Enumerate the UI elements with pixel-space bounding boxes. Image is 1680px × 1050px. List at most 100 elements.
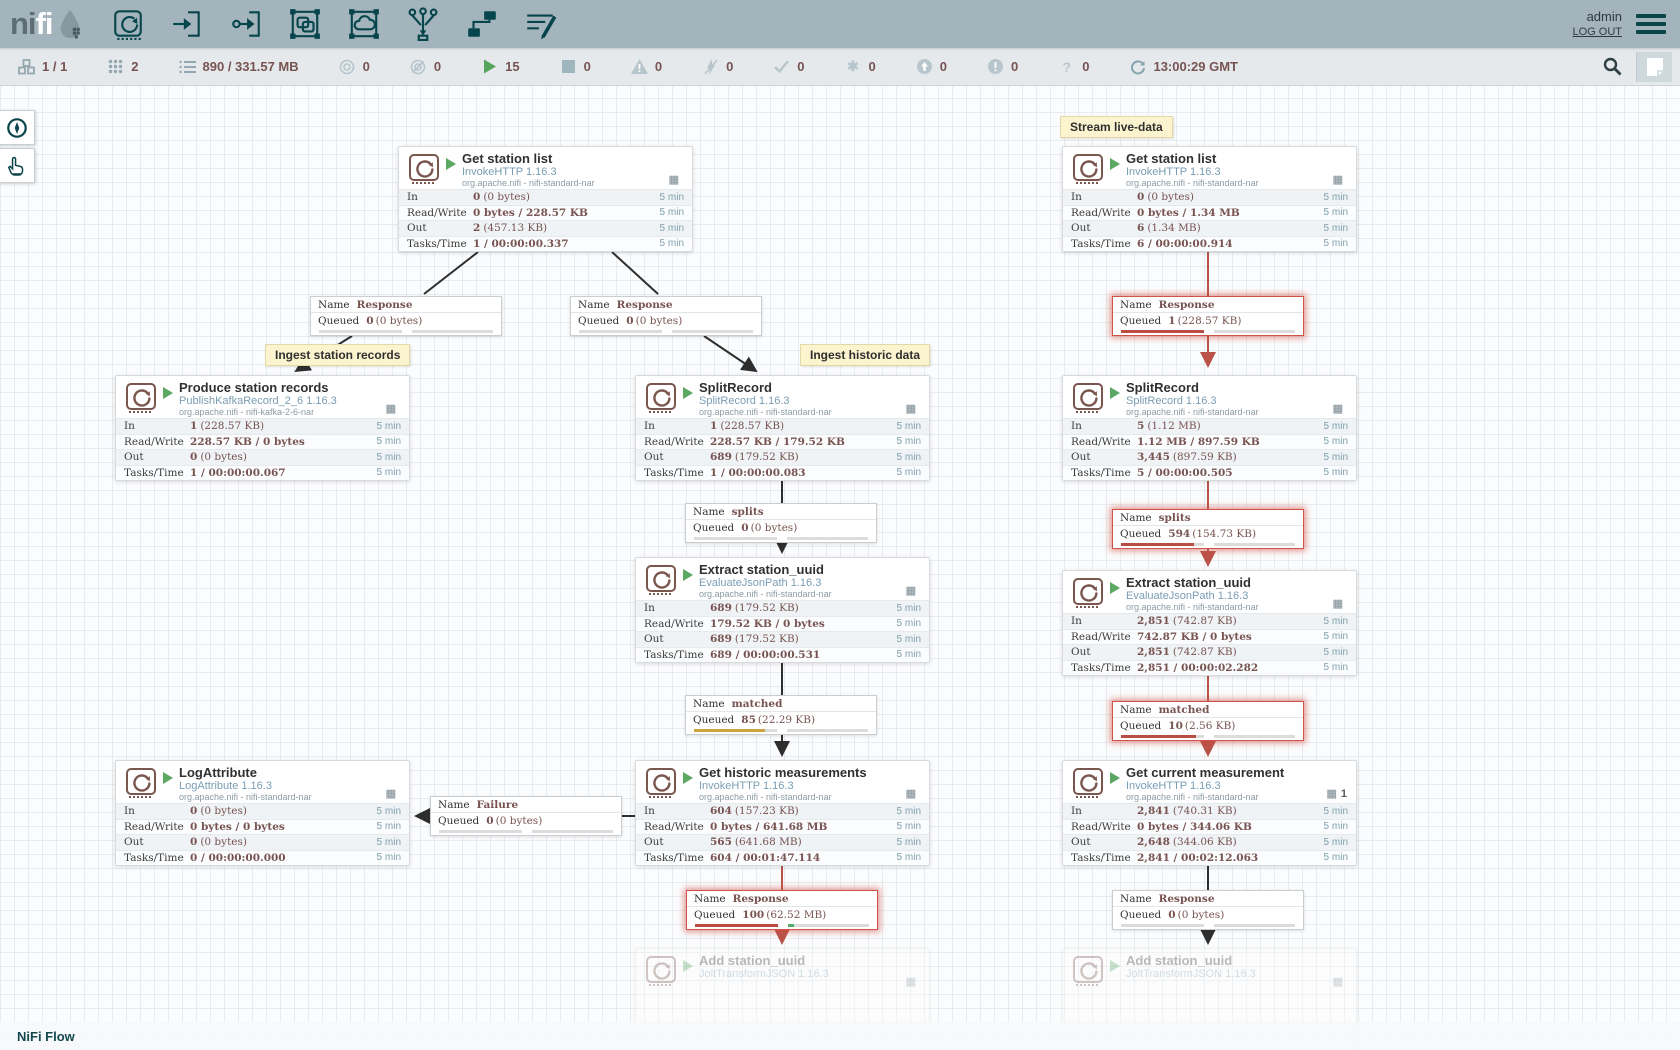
name-key: Name <box>438 799 470 811</box>
connection-label[interactable]: Name splits Queued 594(154.73 KB) <box>1112 509 1304 549</box>
navigate-palette-button[interactable] <box>0 110 35 145</box>
refresh-icon[interactable] <box>1129 58 1146 75</box>
name-key: Name <box>693 698 725 710</box>
stat-value: 1 / 00:00:00.083 <box>710 467 897 479</box>
connection-name: splits <box>1159 512 1191 524</box>
connection-label[interactable]: Name Response Queued 1(228.57 KB) <box>1112 296 1304 336</box>
locally-modified-stale-stat: 0 <box>987 58 1018 75</box>
input-port-toolbar-icon[interactable] <box>170 7 204 41</box>
connection-label[interactable]: Name matched Queued 85(22.29 KB) <box>685 695 877 735</box>
stat-label: In <box>124 805 190 817</box>
connection-label[interactable]: Name Response Queued 0(0 bytes) <box>1112 890 1304 930</box>
run-status-icon <box>1110 582 1120 594</box>
processor[interactable]: Get historic measurements InvokeHTTP 1.1… <box>635 760 930 866</box>
processor-stats: In2,851(742.87 KB)5 minRead/Write742.87 … <box>1063 613 1356 675</box>
remote-process-group-toolbar-icon[interactable] <box>347 7 381 41</box>
stat-value: 0 bytes / 228.57 KB <box>473 207 660 219</box>
queued-key: Queued <box>578 315 619 327</box>
processor[interactable]: SplitRecord SplitRecord 1.16.3 org.apach… <box>635 375 930 481</box>
processor-stamp-icon <box>1071 576 1105 615</box>
stat-row: Out6(1.34 MB)5 min <box>1063 220 1356 236</box>
run-status-icon <box>1110 158 1120 170</box>
stat-label: In <box>644 602 710 614</box>
stat-value: 2,851(742.87 KB) <box>1137 615 1324 627</box>
backpressure-bars <box>1113 734 1303 740</box>
refresh-clock[interactable]: 13:00:29 GMT <box>1129 58 1238 75</box>
processor-toolbar-icon[interactable] <box>111 7 145 41</box>
active-threads-badge: ▦ <box>386 402 400 415</box>
active-threads-badge: ▦ <box>1333 402 1347 415</box>
stat-value: 0(0 bytes) <box>473 191 660 203</box>
object-backpressure-bar <box>1121 543 1205 546</box>
search-icon[interactable] <box>1598 53 1626 81</box>
object-backpressure-bar <box>1121 735 1205 738</box>
processor[interactable]: LogAttribute LogAttribute 1.16.3 org.apa… <box>115 760 410 866</box>
canvas-label[interactable]: Stream live-data <box>1060 116 1173 138</box>
processor[interactable]: Extract station_uuid EvaluateJsonPath 1.… <box>1062 570 1357 676</box>
logout-link[interactable]: LOG OUT <box>1572 25 1622 40</box>
stat-window: 5 min <box>1324 436 1348 447</box>
operate-palette-button[interactable] <box>0 148 35 183</box>
processor[interactable]: Extract station_uuid EvaluateJsonPath 1.… <box>635 557 930 663</box>
stat-window: 5 min <box>1324 421 1348 432</box>
stat-row: In2,851(742.87 KB)5 min <box>1063 613 1356 629</box>
hand-pointer-icon <box>6 155 28 177</box>
threads-grid-icon: ▦ <box>386 402 396 415</box>
processor[interactable]: Get station list InvokeHTTP 1.16.3 org.a… <box>1062 146 1357 252</box>
processor-stamp-icon <box>644 954 678 993</box>
stat-row: Out689(179.52 KB)5 min <box>636 631 929 647</box>
connection-label[interactable]: Name Failure Queued 0(0 bytes) <box>430 796 622 836</box>
stat-row: Tasks/Time5 / 00:00:00.5055 min <box>1063 465 1356 481</box>
output-port-toolbar-icon[interactable] <box>229 7 263 41</box>
canvas-label[interactable]: Ingest historic data <box>800 344 930 366</box>
warning-triangle-icon <box>631 58 648 75</box>
processor-name: SplitRecord <box>1126 380 1326 395</box>
stat-window: 5 min <box>1324 467 1348 478</box>
processor-name: Produce station records <box>179 380 379 395</box>
processor-header: Add station_uuid JoltTransformJSON 1.16.… <box>1063 949 1356 991</box>
processor-bundle: org.apache.nifi - nifi-standard-nar <box>462 178 662 188</box>
stat-label: Out <box>644 836 710 848</box>
connection-label[interactable]: Name Response Queued 100(62.52 MB) <box>686 890 878 930</box>
connection-label[interactable]: Name splits Queued 0(0 bytes) <box>685 503 877 543</box>
template-toolbar-icon[interactable] <box>465 7 499 41</box>
processor[interactable]: Get station list InvokeHTTP 1.16.3 org.a… <box>398 146 693 252</box>
threads-grid-icon: ▦ <box>906 787 916 800</box>
queued-value: 0(0 bytes) <box>1168 909 1224 921</box>
stat-value: 1 / 00:00:00.337 <box>473 238 660 250</box>
breadcrumb[interactable]: NiFi Flow <box>17 1029 75 1044</box>
connection-name-row: Name splits <box>686 504 876 520</box>
connection-queued-row: Queued 1(228.57 KB) <box>1113 313 1303 329</box>
run-status-icon <box>1110 960 1120 972</box>
processor[interactable]: Produce station records PublishKafkaReco… <box>115 375 410 481</box>
processor[interactable]: SplitRecord SplitRecord 1.16.3 org.apach… <box>1062 375 1357 481</box>
label-toolbar-icon[interactable] <box>524 7 558 41</box>
processor-type: EvaluateJsonPath 1.16.3 <box>1126 590 1326 602</box>
stat-row: Out2(457.13 KB)5 min <box>399 220 692 236</box>
process-group-toolbar-icon[interactable] <box>288 7 322 41</box>
stat-row: Out3,445(897.59 KB)5 min <box>1063 449 1356 465</box>
connection-label[interactable]: Name Response Queued 0(0 bytes) <box>570 296 762 336</box>
stat-value: 6 / 00:00:00.914 <box>1137 238 1324 250</box>
stat-window: 5 min <box>897 603 921 614</box>
stat-label: In <box>1071 191 1137 203</box>
connection-label[interactable]: Name matched Queued 10(2.56 KB) <box>1112 701 1304 741</box>
stat-label: Tasks/Time <box>1071 467 1137 479</box>
processor-bundle: org.apache.nifi - nifi-standard-nar <box>1126 178 1326 188</box>
stat-window: 5 min <box>897 806 921 817</box>
processor-header: SplitRecord SplitRecord 1.16.3 org.apach… <box>636 376 929 418</box>
processor-stats: In689(179.52 KB)5 minRead/Write179.52 KB… <box>636 600 929 662</box>
canvas-label[interactable]: Ingest station records <box>265 344 410 366</box>
stat-label: Read/Write <box>644 821 710 833</box>
connection-label[interactable]: Name Response Queued 0(0 bytes) <box>310 296 502 336</box>
processor[interactable]: Get current measurement InvokeHTTP 1.16.… <box>1062 760 1357 866</box>
funnel-toolbar-icon[interactable] <box>406 7 440 41</box>
active-threads-badge: ▦ <box>906 402 920 415</box>
active-threads-badge: ▦ <box>669 173 683 186</box>
active-threads-stat: 2 <box>107 58 138 75</box>
stat-window: 5 min <box>1324 821 1348 832</box>
note-panel-button[interactable] <box>1636 52 1672 82</box>
global-menu-icon[interactable] <box>1636 14 1666 34</box>
connection-queued-row: Queued 594(154.73 KB) <box>1113 526 1303 542</box>
stat-window: 5 min <box>897 852 921 863</box>
